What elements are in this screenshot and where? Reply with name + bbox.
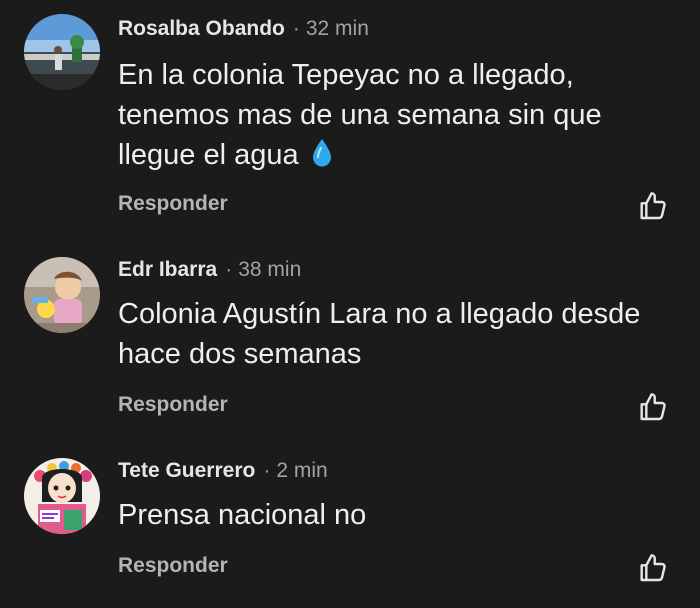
comment-time: 38 min (238, 258, 302, 281)
comment-body: En la colonia Tepeyac no a llegado, tene… (118, 59, 602, 171)
avatar[interactable] (24, 458, 100, 534)
thumbs-up-icon[interactable] (637, 391, 669, 423)
separator-dot: · (263, 459, 271, 482)
avatar[interactable] (24, 14, 100, 90)
reply-button[interactable]: Responder (118, 192, 228, 216)
comment-body: Colonia Agustín Lara no a llegado desde … (118, 298, 641, 370)
comment-time: 2 min (276, 459, 328, 482)
comment-text: Colonia Agustín Lara no a llegado desde … (118, 294, 678, 374)
comment-item: Edr Ibarra · 38 min Colonia Agustín Lara n… (0, 240, 700, 440)
author-name[interactable]: Tete Guerrero (118, 459, 255, 482)
comment-item: Tete Guerrero · 2 min Prensa nacional no R… (0, 440, 700, 608)
comment-header: Rosalba Obando · 32 min (118, 17, 369, 43)
thumbs-up-icon[interactable] (637, 190, 669, 222)
separator-dot: · (225, 258, 233, 281)
reply-button[interactable]: Responder (118, 554, 228, 578)
comment-header: Edr Ibarra · 38 min (118, 258, 301, 284)
comment-text: Prensa nacional no (118, 495, 678, 535)
separator-dot: · (292, 17, 300, 40)
comment-item: Rosalba Obando · 32 min En la colonia Tepe… (0, 0, 700, 240)
comment-text: En la colonia Tepeyac no a llegado, tene… (118, 55, 678, 179)
thumbs-up-icon[interactable] (637, 552, 669, 584)
droplet-icon (311, 138, 333, 179)
avatar[interactable] (24, 257, 100, 333)
comment-header: Tete Guerrero · 2 min (118, 459, 328, 485)
reply-button[interactable]: Responder (118, 393, 228, 417)
author-name[interactable]: Edr Ibarra (118, 258, 217, 281)
comment-body: Prensa nacional no (118, 499, 367, 531)
author-name[interactable]: Rosalba Obando (118, 17, 285, 40)
comment-time: 32 min (305, 17, 369, 40)
